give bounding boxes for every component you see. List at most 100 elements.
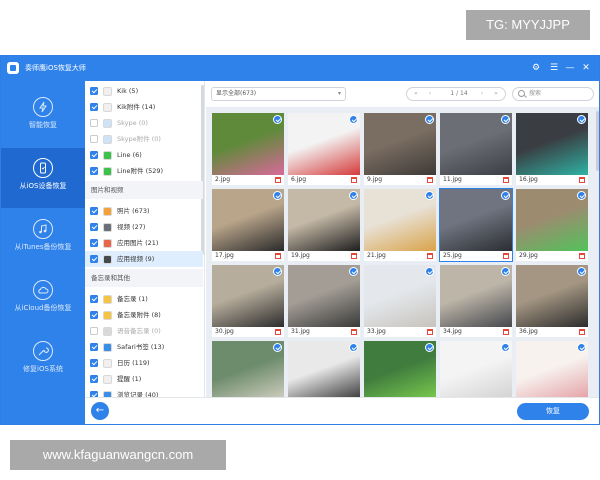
photo-thumbnail[interactable]: 17.jpg xyxy=(212,189,284,261)
first-page-icon[interactable]: « xyxy=(411,88,421,100)
category-checkbox[interactable] xyxy=(90,87,98,95)
category-checkbox[interactable] xyxy=(90,359,98,367)
category-checkbox[interactable] xyxy=(90,135,98,143)
minimize-icon[interactable]: — xyxy=(563,56,577,81)
trash-icon[interactable] xyxy=(503,253,509,259)
photo-checkbox[interactable] xyxy=(273,343,282,352)
category-item[interactable]: Safari书签 (13) xyxy=(85,339,203,355)
category-item[interactable]: 视频 (27) xyxy=(85,219,203,235)
photo-checkbox[interactable] xyxy=(501,343,510,352)
close-icon[interactable]: ✕ xyxy=(579,56,593,81)
menu-icon[interactable]: ☰ xyxy=(547,56,561,81)
photo-checkbox[interactable] xyxy=(425,267,434,276)
photo-checkbox[interactable] xyxy=(425,343,434,352)
category-checkbox[interactable] xyxy=(90,119,98,127)
category-checkbox[interactable] xyxy=(90,255,98,263)
photo-thumbnail[interactable] xyxy=(212,341,284,397)
trash-icon[interactable] xyxy=(503,329,509,335)
category-checkbox[interactable] xyxy=(90,207,98,215)
photo-checkbox[interactable] xyxy=(273,267,282,276)
photo-checkbox[interactable] xyxy=(273,191,282,200)
photo-checkbox[interactable] xyxy=(577,267,586,276)
photo-thumbnail[interactable]: 2.jpg xyxy=(212,113,284,185)
category-item[interactable]: Line附件 (529) xyxy=(85,163,203,179)
photo-thumbnail[interactable] xyxy=(440,341,512,397)
trash-icon[interactable] xyxy=(579,177,585,183)
category-checkbox[interactable] xyxy=(90,327,98,335)
photo-thumbnail[interactable]: 29.jpg xyxy=(516,189,588,261)
photo-thumbnail[interactable] xyxy=(364,341,436,397)
category-checkbox[interactable] xyxy=(90,103,98,111)
photo-thumbnail[interactable]: 9.jpg xyxy=(364,113,436,185)
photo-thumbnail[interactable]: 30.jpg xyxy=(212,265,284,337)
category-item[interactable]: 应用图片 (21) xyxy=(85,235,203,251)
category-checkbox[interactable] xyxy=(90,239,98,247)
photo-thumbnail[interactable] xyxy=(288,341,360,397)
photo-checkbox[interactable] xyxy=(349,267,358,276)
photo-checkbox[interactable] xyxy=(349,191,358,200)
photo-thumbnail[interactable]: 31.jpg xyxy=(288,265,360,337)
category-checkbox[interactable] xyxy=(90,311,98,319)
sidebar-item-2[interactable]: 从iTunes备份恢复 xyxy=(1,209,85,269)
settings-icon[interactable]: ⚙ xyxy=(529,56,543,81)
trash-icon[interactable] xyxy=(275,177,281,183)
trash-icon[interactable] xyxy=(427,329,433,335)
photo-thumbnail[interactable]: 25.jpg xyxy=(440,189,512,261)
trash-icon[interactable] xyxy=(427,253,433,259)
photo-thumbnail[interactable]: 6.jpg xyxy=(288,113,360,185)
photo-checkbox[interactable] xyxy=(349,115,358,124)
category-checkbox[interactable] xyxy=(90,223,98,231)
back-button[interactable]: ← xyxy=(91,402,109,420)
trash-icon[interactable] xyxy=(351,329,357,335)
trash-icon[interactable] xyxy=(579,329,585,335)
category-checkbox[interactable] xyxy=(90,295,98,303)
prev-page-icon[interactable]: ‹ xyxy=(425,88,435,100)
category-item[interactable]: 提醒 (1) xyxy=(85,371,203,387)
photo-thumbnail[interactable]: 16.jpg xyxy=(516,113,588,185)
photo-thumbnail[interactable]: 33.jpg xyxy=(364,265,436,337)
photo-checkbox[interactable] xyxy=(577,115,586,124)
photo-thumbnail[interactable] xyxy=(516,341,588,397)
category-item[interactable]: Line (6) xyxy=(85,147,203,163)
sidebar-item-3[interactable]: 从iCloud备份恢复 xyxy=(1,270,85,330)
category-item[interactable]: 备忘录 (1) xyxy=(85,291,203,307)
photo-checkbox[interactable] xyxy=(425,115,434,124)
category-item[interactable]: 应用视频 (9) xyxy=(85,251,203,267)
category-item[interactable]: 日历 (119) xyxy=(85,355,203,371)
next-page-icon[interactable]: › xyxy=(477,88,487,100)
last-page-icon[interactable]: » xyxy=(491,88,501,100)
trash-icon[interactable] xyxy=(275,253,281,259)
sidebar-item-1[interactable]: 从iOS设备恢复 xyxy=(1,148,85,208)
photo-thumbnail[interactable]: 11.jpg xyxy=(440,113,512,185)
photo-thumbnail[interactable]: 34.jpg xyxy=(440,265,512,337)
trash-icon[interactable] xyxy=(579,253,585,259)
sidebar-item-4[interactable]: 修复iOS系统 xyxy=(1,331,85,391)
photo-checkbox[interactable] xyxy=(425,191,434,200)
photo-checkbox[interactable] xyxy=(577,343,586,352)
category-item[interactable]: 照片 (673) xyxy=(85,203,203,219)
photo-checkbox[interactable] xyxy=(501,267,510,276)
photo-checkbox[interactable] xyxy=(577,191,586,200)
trash-icon[interactable] xyxy=(275,329,281,335)
filter-select[interactable]: 显示全部(673) ▾ xyxy=(211,87,346,101)
photo-thumbnail[interactable]: 21.jpg xyxy=(364,189,436,261)
trash-icon[interactable] xyxy=(351,177,357,183)
trash-icon[interactable] xyxy=(427,177,433,183)
category-checkbox[interactable] xyxy=(90,343,98,351)
category-item[interactable]: Kik (5) xyxy=(85,83,203,99)
photo-checkbox[interactable] xyxy=(501,115,510,124)
category-checkbox[interactable] xyxy=(90,151,98,159)
category-item[interactable]: 语音备忘录 (0) xyxy=(85,323,203,339)
grid-scrollbar[interactable] xyxy=(596,111,599,171)
photo-thumbnail[interactable]: 19.jpg xyxy=(288,189,360,261)
category-checkbox[interactable] xyxy=(90,375,98,383)
photo-checkbox[interactable] xyxy=(273,115,282,124)
category-item[interactable]: Kik附件 (14) xyxy=(85,99,203,115)
trash-icon[interactable] xyxy=(351,253,357,259)
category-item[interactable]: Skype附件 (0) xyxy=(85,131,203,147)
recover-button[interactable]: 恢复 xyxy=(517,403,589,420)
sidebar-item-0[interactable]: 智能恢复 xyxy=(1,87,85,147)
photo-checkbox[interactable] xyxy=(501,191,510,200)
category-checkbox[interactable] xyxy=(90,167,98,175)
category-item[interactable]: Skype (0) xyxy=(85,115,203,131)
